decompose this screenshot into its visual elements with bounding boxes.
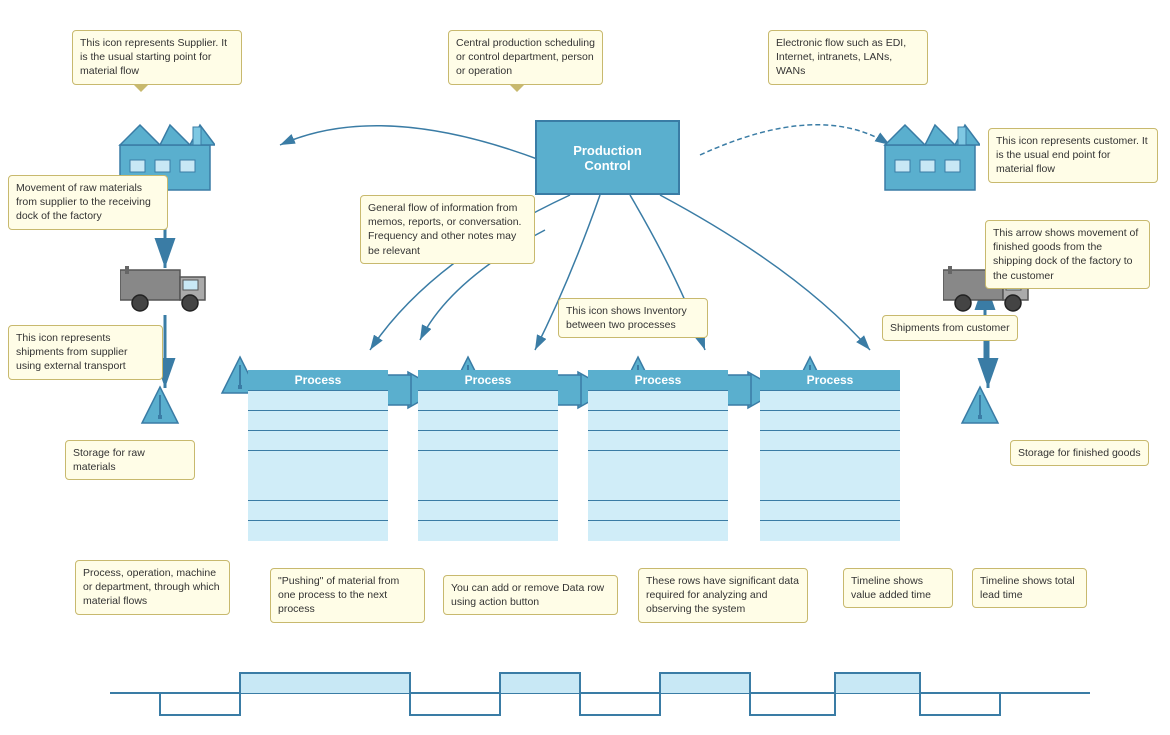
production-control-label: Production Control <box>573 143 642 173</box>
raw-material-triangle <box>140 385 180 428</box>
process-4-row-1 <box>760 391 900 411</box>
process-3-header: Process <box>588 370 728 391</box>
data-significance-callout: These rows have significant data require… <box>638 568 808 623</box>
process-4-header: Process <box>760 370 900 391</box>
customer-factory <box>880 115 980 198</box>
timeline-lead-callout: Timeline shows total lead time <box>972 568 1087 608</box>
process-1-row-6 <box>248 521 388 541</box>
process-2-row-3 <box>418 431 558 451</box>
process-2-row-2 <box>418 411 558 431</box>
raw-material-movement-callout: Movement of raw materials from supplier … <box>8 175 168 230</box>
process-3-row-3 <box>588 431 728 451</box>
process-box-1: Process <box>248 370 388 541</box>
process-1-row-2 <box>248 411 388 431</box>
supplier-transport-callout: This icon represents shipments from supp… <box>8 325 163 380</box>
production-control-box: Production Control <box>535 120 680 195</box>
finished-goods-triangle <box>960 385 1000 428</box>
customer-callout: This icon represents customer. It is the… <box>988 128 1158 183</box>
process-3-row-2 <box>588 411 728 431</box>
process-4-row-2 <box>760 411 900 431</box>
process-1-header: Process <box>248 370 388 391</box>
storage-finished-callout: Storage for finished goods <box>1010 440 1149 466</box>
process-2-row-1 <box>418 391 558 411</box>
process-2-row-4 <box>418 451 558 501</box>
process-2-header: Process <box>418 370 558 391</box>
process-1-row-3 <box>248 431 388 451</box>
process-3-row-6 <box>588 521 728 541</box>
finished-goods-callout: This arrow shows movement of finished go… <box>985 220 1150 289</box>
process-4-row-3 <box>760 431 900 451</box>
electronic-flow-callout: Electronic flow such as EDI, Internet, i… <box>768 30 928 85</box>
process-2-row-5 <box>418 501 558 521</box>
svg-overlay <box>0 0 1170 735</box>
supplier-truck <box>120 265 210 318</box>
production-control-callout: Central production scheduling or control… <box>448 30 603 85</box>
canvas: Production Control <box>0 0 1170 735</box>
process-4-row-4 <box>760 451 900 501</box>
process-3-row-5 <box>588 501 728 521</box>
process-3-row-1 <box>588 391 728 411</box>
data-rows-callout: You can add or remove Data row using act… <box>443 575 618 615</box>
process-1-row-1 <box>248 391 388 411</box>
shipments-callout: Shipments from customer <box>882 315 1018 341</box>
inventory-callout: This icon shows Inventory between two pr… <box>558 298 708 338</box>
process-box-4: Process <box>760 370 900 541</box>
timeline-value-callout: Timeline shows value added time <box>843 568 953 608</box>
process-4-row-5 <box>760 501 900 521</box>
process-box-2: Process <box>418 370 558 541</box>
process-1-row-4 <box>248 451 388 501</box>
process-1-row-5 <box>248 501 388 521</box>
supplier-callout: This icon represents Supplier. It is the… <box>72 30 242 85</box>
process-3-row-4 <box>588 451 728 501</box>
push-arrow-callout: "Pushing" of material from one process t… <box>270 568 425 623</box>
process-box-3: Process <box>588 370 728 541</box>
storage-raw-callout: Storage for raw materials <box>65 440 195 480</box>
process-description-callout: Process, operation, machine or departmen… <box>75 560 230 615</box>
info-flow-callout: General flow of information from memos, … <box>360 195 535 264</box>
process-2-row-6 <box>418 521 558 541</box>
process-4-row-6 <box>760 521 900 541</box>
